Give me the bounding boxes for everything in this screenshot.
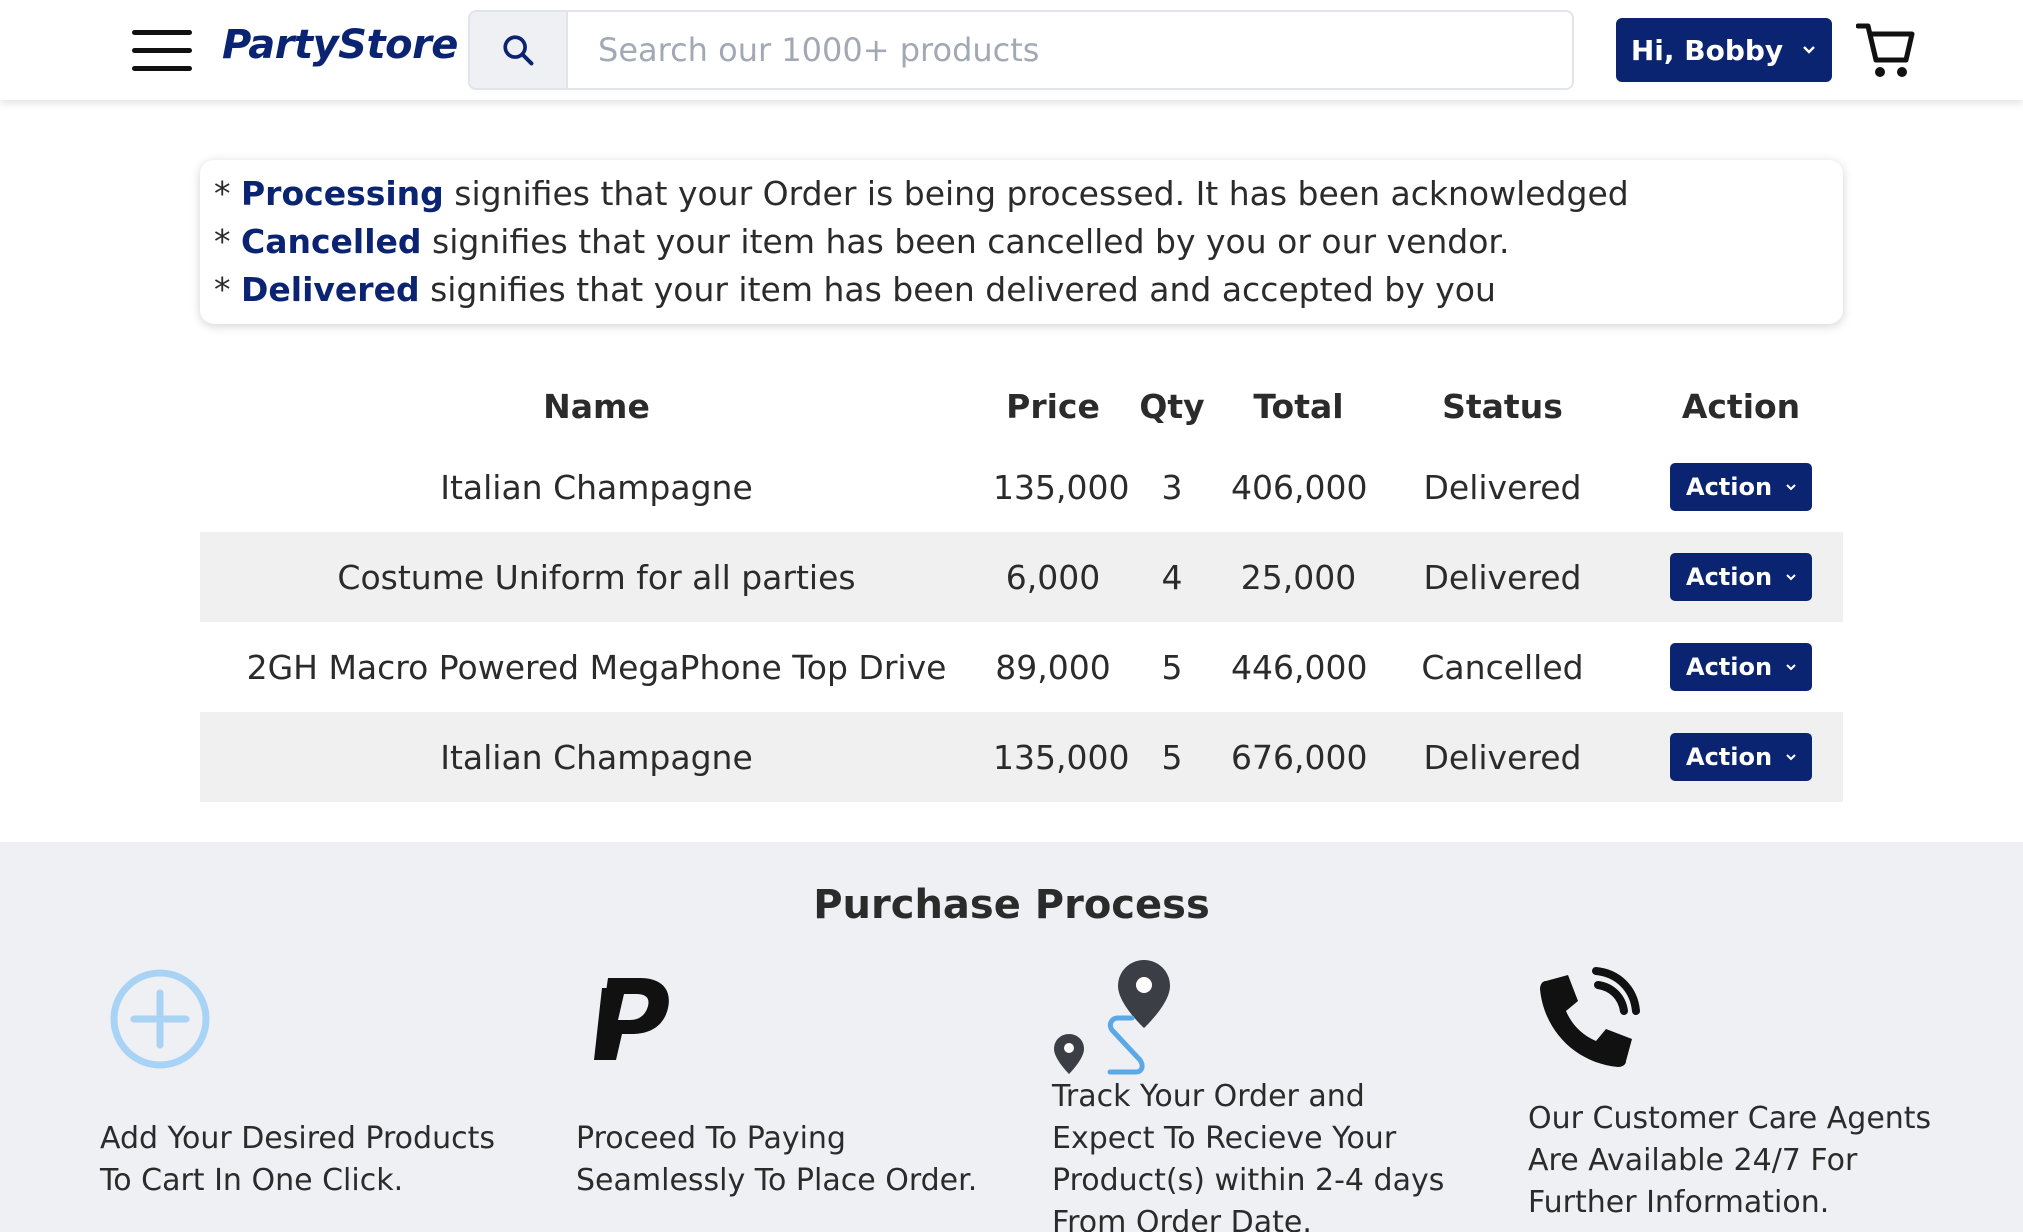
header-qty: Qty xyxy=(1139,386,1205,426)
section-title: Purchase Process xyxy=(813,882,1210,928)
chevron-down-icon xyxy=(1786,484,1796,491)
table-row: Italian Champagne 135,000 5 676,000 Deli… xyxy=(200,712,1843,802)
step-text: Track Your Order and Expect To Recieve Y… xyxy=(1052,1079,1445,1232)
orders-table: Name Price Qty Total Status Action Itali… xyxy=(200,370,1843,802)
action-dropdown-button[interactable]: Action xyxy=(1670,553,1812,601)
cell-status: Delivered xyxy=(1423,737,1582,777)
cell-price: 6,000 xyxy=(1005,557,1101,597)
cell-name: Italian Champagne xyxy=(440,467,753,507)
route-map-icon xyxy=(1054,960,1170,1075)
chevron-down-icon xyxy=(1786,754,1796,761)
cell-qty: 4 xyxy=(1161,557,1183,597)
cell-status: Delivered xyxy=(1423,467,1582,507)
chevron-down-icon xyxy=(1786,664,1796,671)
cell-status: Delivered xyxy=(1423,557,1582,597)
action-label: Action xyxy=(1686,563,1773,591)
cell-status: Cancelled xyxy=(1421,647,1584,687)
top-navbar: PartyStore Hi, Bobby xyxy=(0,0,2023,100)
cell-action: Action xyxy=(1639,733,1843,781)
cell-qty: 3 xyxy=(1161,467,1183,507)
cell-name: Costume Uniform for all parties xyxy=(337,557,856,597)
plus-circle-icon xyxy=(110,969,210,1069)
header-status: Status xyxy=(1442,386,1563,426)
header-price: Price xyxy=(1006,386,1100,426)
process-step: Track Your Order and Expect To Recieve Y… xyxy=(1052,1076,1472,1232)
cell-total: 406,000 xyxy=(1231,467,1368,507)
table-header: Name Price Qty Total Status Action xyxy=(200,370,1843,442)
cell-action: Action xyxy=(1639,553,1843,601)
cell-price: 89,000 xyxy=(995,647,1111,687)
menu-icon[interactable] xyxy=(132,30,192,72)
action-label: Action xyxy=(1686,743,1773,771)
search-bar xyxy=(468,10,1574,90)
table-row: Costume Uniform for all parties 6,000 4 … xyxy=(200,532,1843,622)
cart-icon[interactable] xyxy=(1856,20,1916,80)
paypal-icon xyxy=(594,978,669,1060)
site-logo[interactable]: PartyStore xyxy=(222,22,458,68)
chevron-down-icon xyxy=(1786,574,1796,581)
cell-price: 135,000 xyxy=(993,737,1130,777)
action-dropdown-button[interactable]: Action xyxy=(1670,463,1812,511)
cell-total: 25,000 xyxy=(1240,557,1357,597)
step-text: Add Your Desired Products To Cart In One… xyxy=(100,1121,495,1198)
cell-qty: 5 xyxy=(1161,647,1183,687)
header-total: Total xyxy=(1253,386,1344,426)
cell-qty: 5 xyxy=(1161,737,1183,777)
table-row: 2GH Macro Powered MegaPhone Top Drive 89… xyxy=(200,622,1843,712)
note-term: Processing xyxy=(241,174,444,213)
search-button[interactable] xyxy=(468,10,566,90)
user-menu-button[interactable]: Hi, Bobby xyxy=(1616,18,1832,82)
cell-action: Action xyxy=(1639,643,1843,691)
header-name: Name xyxy=(543,386,650,426)
note-term: Cancelled xyxy=(241,222,422,261)
header-action: Action xyxy=(1681,386,1801,426)
cell-action: Action xyxy=(1639,463,1843,511)
note-cancelled: * Cancelled signifies that your item has… xyxy=(214,222,1510,261)
status-legend: * Processing signifies that your Order i… xyxy=(200,160,1843,324)
user-menu-label: Hi, Bobby xyxy=(1630,33,1784,67)
search-input[interactable] xyxy=(566,10,1574,90)
process-step: Our Customer Care Agents Are Available 2… xyxy=(1528,1098,1948,1224)
table-row: Italian Champagne 135,000 3 406,000 Deli… xyxy=(200,442,1843,532)
cell-name: Italian Champagne xyxy=(440,737,753,777)
cell-total: 676,000 xyxy=(1231,737,1368,777)
process-step: Proceed To Paying Seamlessly To Place Or… xyxy=(576,1118,996,1202)
step-text: Proceed To Paying Seamlessly To Place Or… xyxy=(576,1121,978,1198)
phone-volume-icon xyxy=(1540,967,1640,1067)
action-dropdown-button[interactable]: Action xyxy=(1670,643,1812,691)
note-delivered: * Delivered signifies that your item has… xyxy=(214,270,1496,309)
cell-total: 446,000 xyxy=(1231,647,1368,687)
action-label: Action xyxy=(1686,473,1773,501)
step-text: Our Customer Care Agents Are Available 2… xyxy=(1528,1101,1932,1220)
note-processing: * Processing signifies that your Order i… xyxy=(214,174,1629,213)
chevron-down-icon xyxy=(1803,46,1816,54)
cell-price: 135,000 xyxy=(993,467,1130,507)
purchase-process-section: Purchase Process Add Your Desired Produc… xyxy=(0,842,2023,1232)
process-step: Add Your Desired Products To Cart In One… xyxy=(100,1118,520,1202)
note-term: Delivered xyxy=(241,270,420,309)
cell-name: 2GH Macro Powered MegaPhone Top Drive xyxy=(246,647,947,687)
action-label: Action xyxy=(1686,653,1773,681)
action-dropdown-button[interactable]: Action xyxy=(1670,733,1812,781)
search-icon xyxy=(503,35,534,66)
